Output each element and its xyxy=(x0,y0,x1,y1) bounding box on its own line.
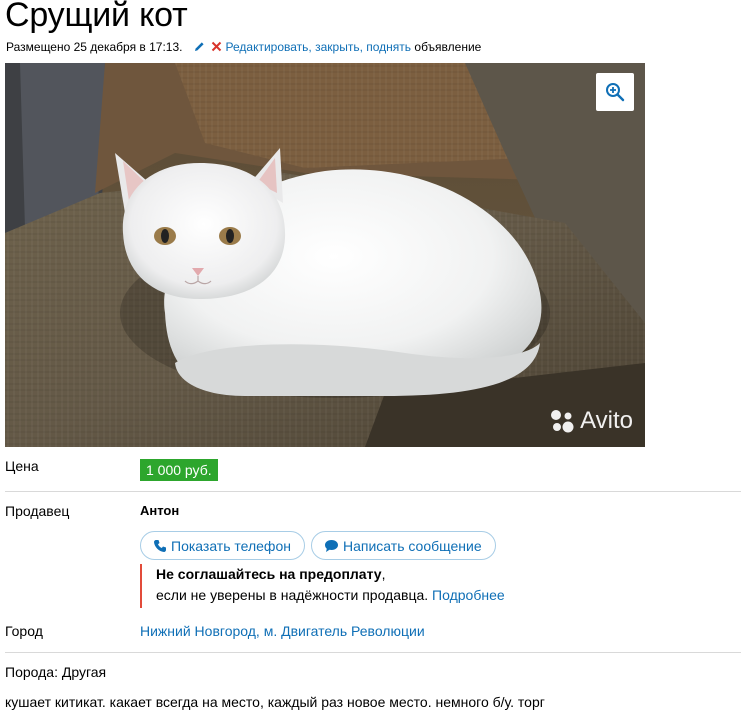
edit-link[interactable]: Редактировать xyxy=(226,40,309,54)
send-message-label: Написать сообщение xyxy=(343,537,482,554)
warning-comma: , xyxy=(381,566,386,582)
cat-photo-image xyxy=(5,63,645,447)
watermark-text: Avito xyxy=(580,407,633,434)
divider xyxy=(5,652,741,653)
posted-date: Размещено 25 декабря в 17:13. xyxy=(6,40,183,54)
seller-name: Антон xyxy=(140,503,180,518)
close-icon[interactable] xyxy=(211,41,222,55)
zoom-in-icon xyxy=(606,83,625,102)
listing-photo[interactable]: Avito xyxy=(5,63,645,447)
city-label: Город xyxy=(5,623,43,639)
send-message-button[interactable]: Написать сообщение xyxy=(311,531,496,560)
close-link[interactable]: закрыть xyxy=(315,40,359,54)
watermark: Avito xyxy=(549,407,633,435)
price-badge: 1 000 руб. xyxy=(140,459,218,481)
description-text: кушает китикат. какает всегда на место, … xyxy=(5,694,545,710)
breed-line: Порода: Другая xyxy=(5,664,107,680)
more-info-link[interactable]: Подробнее xyxy=(432,587,505,603)
city-link[interactable]: Нижний Новгород, м. Двигатель Революции xyxy=(140,623,425,639)
warning-headline: Не соглашайтесь на предоплату xyxy=(156,566,382,582)
prepayment-warning: Не соглашайтесь на предоплату, если не у… xyxy=(140,564,505,608)
avito-logo-icon xyxy=(551,410,574,433)
phone-icon xyxy=(154,539,166,552)
show-phone-label: Показать телефон xyxy=(171,537,291,554)
listing-title: Срущий кот xyxy=(5,0,188,34)
listing-meta: Размещено 25 декабря в 17:13. Редактиров… xyxy=(6,40,481,55)
warning-text: если не уверены в надёжности продавца. xyxy=(156,587,429,603)
chat-bubble-icon xyxy=(325,539,338,552)
seller-label: Продавец xyxy=(5,503,70,519)
pencil-icon[interactable] xyxy=(194,41,205,55)
raise-link[interactable]: поднять xyxy=(366,40,411,54)
show-phone-button[interactable]: Показать телефон xyxy=(140,531,305,560)
divider xyxy=(5,491,741,492)
listing-suffix: объявление xyxy=(414,40,482,54)
zoom-button[interactable] xyxy=(596,73,634,111)
price-label: Цена xyxy=(5,458,39,474)
